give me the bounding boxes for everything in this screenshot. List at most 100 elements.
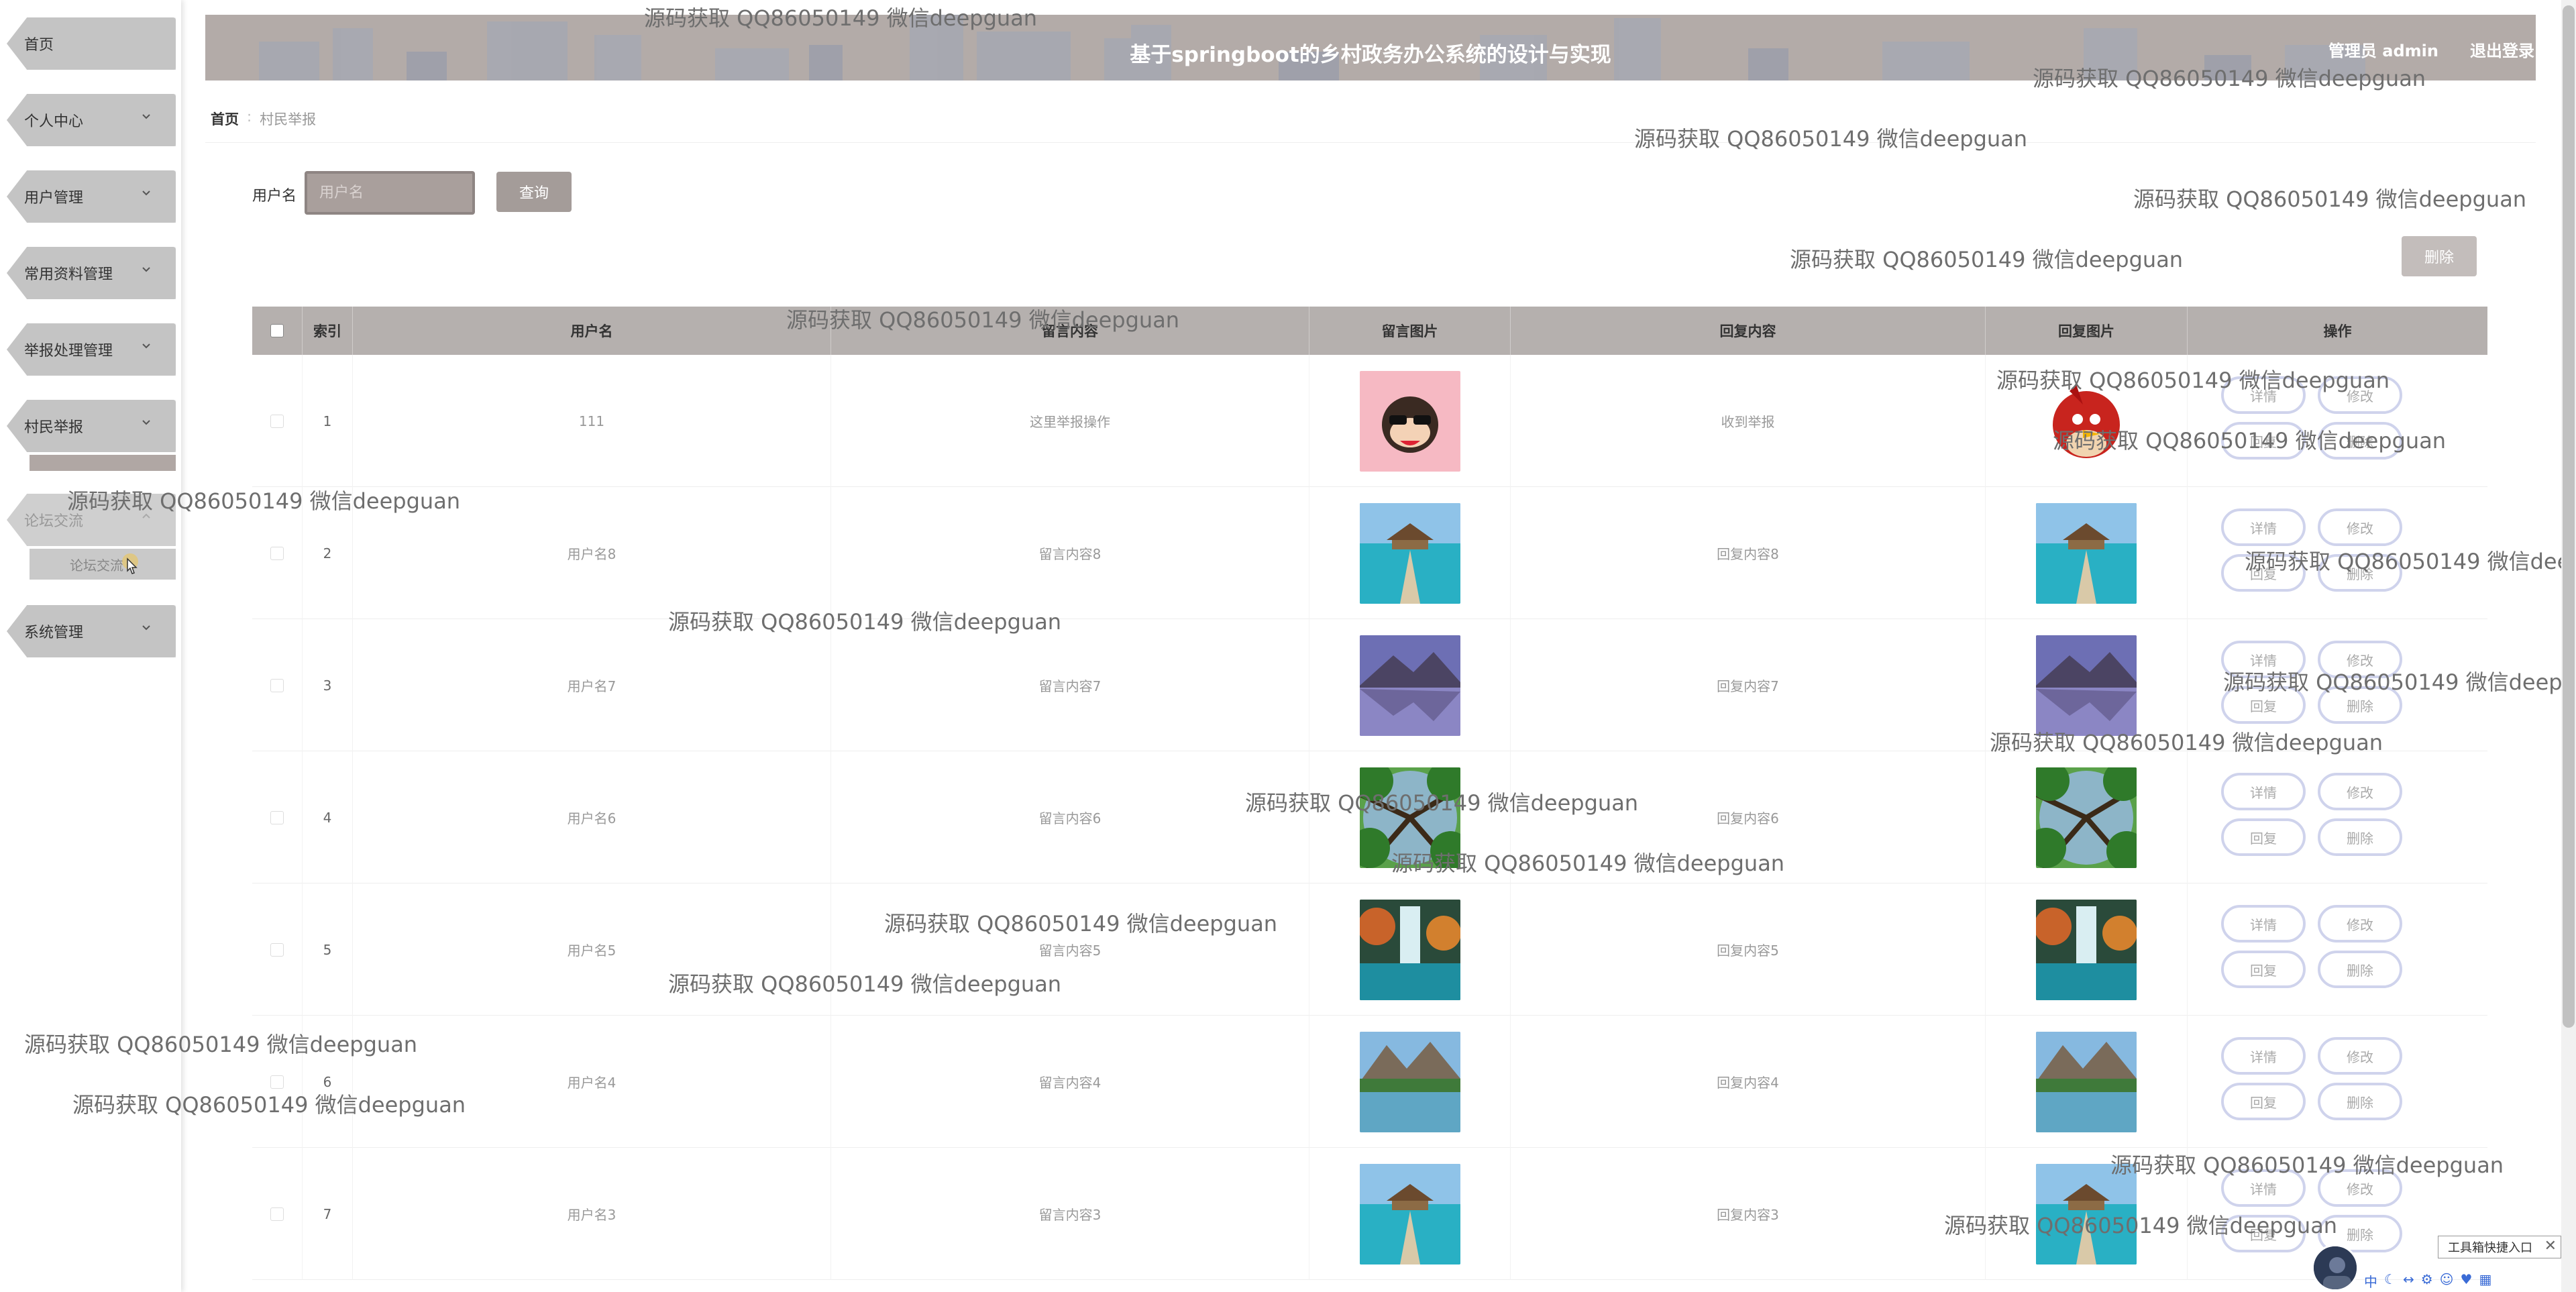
- scrollbar-thumb[interactable]: [2563, 5, 2575, 1028]
- row-select-cell: [252, 751, 303, 883]
- row-username: 用户名6: [353, 751, 831, 883]
- query-button[interactable]: 查询: [496, 172, 572, 212]
- select-all-checkbox[interactable]: [270, 324, 284, 337]
- heart-icon[interactable]: ♥: [2461, 1271, 2473, 1289]
- delete-button[interactable]: 删除: [2318, 554, 2402, 592]
- sidebar-subitem-forum[interactable]: 论坛交流: [30, 549, 176, 580]
- pier-image: [2036, 502, 2137, 604]
- row-checkbox[interactable]: [270, 1207, 284, 1221]
- row-index: 3: [303, 619, 353, 751]
- pier-image: [1359, 1163, 1460, 1264]
- chevron-down-icon: [142, 625, 150, 631]
- breadcrumb-home[interactable]: 首页: [211, 109, 239, 129]
- hand-cursor-icon: [122, 553, 138, 574]
- detail-button[interactable]: 详情: [2221, 508, 2306, 546]
- close-icon[interactable]: ✕: [2544, 1238, 2557, 1254]
- table-row: 4 用户名6 留言内容6 回复内容6 详情 修改 回复 删除: [252, 751, 2487, 883]
- table-row: 2 用户名8 留言内容8 回复内容8 详情 修改 回复 删除: [252, 487, 2487, 619]
- detail-button[interactable]: 详情: [2221, 1037, 2306, 1075]
- submenu-active-indicator: [30, 455, 176, 471]
- sidebar-item-forum[interactable]: 论坛交流: [7, 494, 176, 546]
- edit-button[interactable]: 修改: [2318, 508, 2402, 546]
- sidebar-item-label: 村民举报: [24, 419, 84, 436]
- row-actions: 详情 修改 回复 删除: [2188, 619, 2489, 751]
- delete-button[interactable]: 删除: [2318, 686, 2402, 724]
- sidebar-item-system[interactable]: 系统管理: [7, 605, 176, 657]
- face-icon[interactable]: ☺: [2440, 1271, 2454, 1289]
- sidebar-item-report-handling[interactable]: 举报处理管理: [7, 323, 176, 376]
- delete-button[interactable]: 删除: [2318, 1083, 2402, 1120]
- table-row: 7 用户名3 留言内容3 回复内容3 详情 修改 回复 删除: [252, 1148, 2487, 1280]
- assistant-avatar[interactable]: [2312, 1244, 2359, 1291]
- row-checkbox[interactable]: [270, 546, 284, 560]
- toolbox-shortcut[interactable]: 工具箱快捷入口 ✕: [2438, 1236, 2561, 1258]
- row-reply: 回复内容5: [1511, 883, 1986, 1016]
- divider: [205, 142, 2536, 143]
- logout-link[interactable]: 退出登录: [2470, 38, 2534, 61]
- header-username: 用户名: [353, 307, 831, 355]
- row-image: [1309, 751, 1511, 883]
- detail-button[interactable]: 详情: [2221, 773, 2306, 810]
- waterfall-image: [1359, 899, 1460, 1000]
- sidebar: 首页 个人中心 用户管理 常用资料管理 举报处理管理 村民举报 论坛交流 论坛交…: [0, 0, 181, 1292]
- detail-button[interactable]: 详情: [2221, 376, 2306, 414]
- grid-icon[interactable]: ▦: [2479, 1271, 2491, 1289]
- sidebar-item-label: 用户管理: [24, 190, 84, 207]
- edit-button[interactable]: 修改: [2318, 641, 2402, 678]
- wrench-icon[interactable]: ⚙: [2421, 1271, 2433, 1289]
- sidebar-item-documents[interactable]: 常用资料管理: [7, 247, 176, 299]
- row-content: 留言内容4: [831, 1016, 1309, 1148]
- row-content: 留言内容7: [831, 619, 1309, 751]
- detail-button[interactable]: 详情: [2221, 641, 2306, 678]
- row-checkbox[interactable]: [270, 810, 284, 824]
- moon-icon[interactable]: ☾: [2384, 1271, 2396, 1289]
- edit-button[interactable]: 修改: [2318, 773, 2402, 810]
- forest-image: [2036, 767, 2137, 868]
- delete-button[interactable]: 删除: [2318, 818, 2402, 856]
- sidebar-item-profile[interactable]: 个人中心: [7, 94, 176, 146]
- reply-button[interactable]: 回复: [2221, 1083, 2306, 1120]
- table-header: 索引 用户名 留言内容 留言图片 回复内容 回复图片 操作: [252, 307, 2487, 355]
- row-checkbox[interactable]: [270, 678, 284, 692]
- reply-button[interactable]: 回复: [2221, 951, 2306, 988]
- bulk-delete-button[interactable]: 删除: [2402, 236, 2477, 276]
- username-search-input[interactable]: [305, 171, 475, 215]
- sidebar-item-home[interactable]: 首页: [7, 17, 176, 70]
- delete-button[interactable]: 删除: [2318, 422, 2402, 460]
- row-reply-image: [1986, 487, 2188, 619]
- row-actions: 详情 修改 回复 删除: [2188, 1016, 2489, 1148]
- sidebar-item-label: 常用资料管理: [24, 266, 113, 283]
- delete-button[interactable]: 删除: [2318, 951, 2402, 988]
- search-label: 用户名: [252, 188, 297, 205]
- sidebar-item-users[interactable]: 用户管理: [7, 170, 176, 223]
- row-select-cell: [252, 487, 303, 619]
- row-checkbox[interactable]: [270, 1075, 284, 1089]
- reply-button[interactable]: 回复: [2221, 686, 2306, 724]
- edit-button[interactable]: 修改: [2318, 1169, 2402, 1207]
- header-reply-image: 回复图片: [1986, 307, 2188, 355]
- sidebar-item-villager-report[interactable]: 村民举报: [7, 400, 176, 452]
- reply-button[interactable]: 回复: [2221, 1215, 2306, 1252]
- reply-button[interactable]: 回复: [2221, 422, 2306, 460]
- edit-button[interactable]: 修改: [2318, 905, 2402, 943]
- row-image: [1309, 1016, 1511, 1148]
- row-reply: 回复内容4: [1511, 1016, 1986, 1148]
- row-reply: 回复内容6: [1511, 751, 1986, 883]
- row-select-cell: [252, 1016, 303, 1148]
- detail-button[interactable]: 详情: [2221, 905, 2306, 943]
- row-index: 5: [303, 883, 353, 1016]
- edit-button[interactable]: 修改: [2318, 376, 2402, 414]
- row-checkbox[interactable]: [270, 943, 284, 957]
- watermark-text: 源码获取 QQ86050149 微信deepguan: [1790, 247, 2184, 272]
- row-image: [1309, 1148, 1511, 1280]
- edit-button[interactable]: 修改: [2318, 1037, 2402, 1075]
- detail-button[interactable]: 详情: [2221, 1169, 2306, 1207]
- chinese-input-icon[interactable]: 中: [2364, 1271, 2377, 1290]
- arrows-icon[interactable]: ↔: [2403, 1271, 2414, 1289]
- reply-button[interactable]: 回复: [2221, 554, 2306, 592]
- row-actions: 详情 修改 回复 删除: [2188, 355, 2489, 487]
- chevron-down-icon: [142, 191, 150, 196]
- table-row: 6 用户名4 留言内容4 回复内容4 详情 修改 回复 删除: [252, 1016, 2487, 1148]
- reply-button[interactable]: 回复: [2221, 818, 2306, 856]
- row-checkbox[interactable]: [270, 414, 284, 428]
